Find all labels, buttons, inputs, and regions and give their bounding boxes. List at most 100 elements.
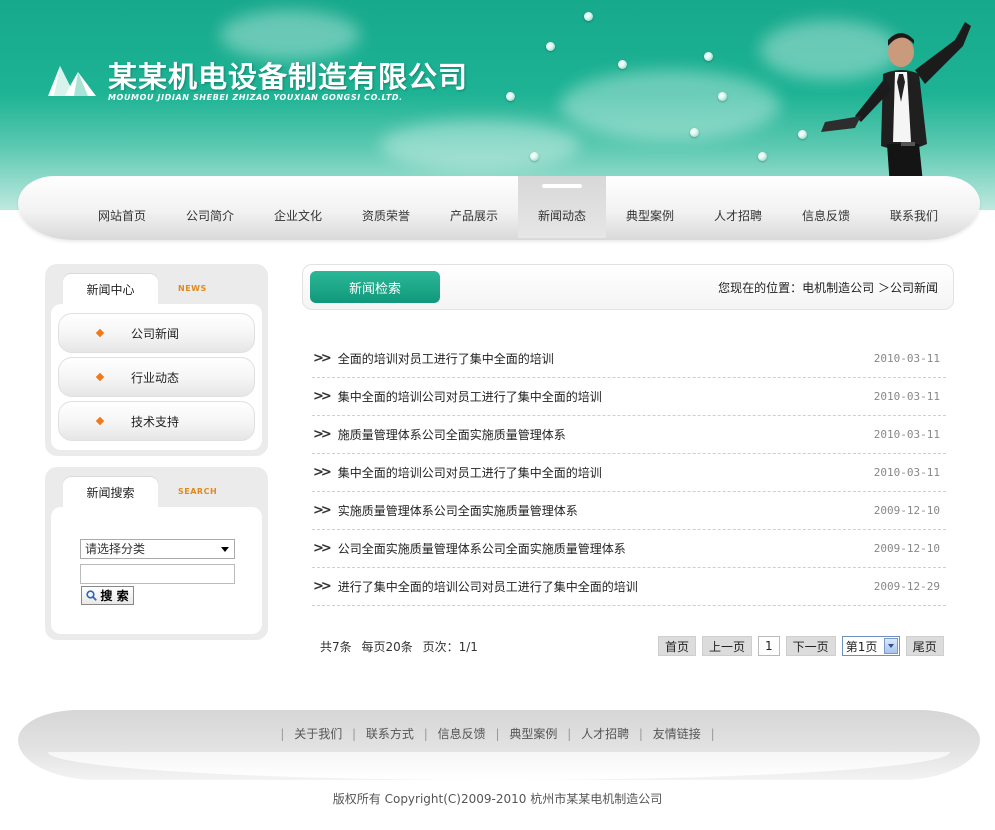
nav-item-cases[interactable]: 典型案例 [606,176,694,238]
cloud-decoration [380,120,580,170]
news-title-link[interactable]: 进行了集中全面的培训公司对员工进行了集中全面的培训 [338,578,638,595]
news-center-tab[interactable]: 新闻中心 [63,274,158,304]
double-chevron-right-icon: >> [313,427,332,442]
category-company-news[interactable]: 公司新闻 [58,313,255,353]
search-icon [86,590,98,601]
list-item[interactable]: >> 集中全面的培训公司对员工进行了集中全面的培训 2010-03-11 [312,378,946,416]
news-title-link[interactable]: 施质量管理体系公司全面实施质量管理体系 [338,426,566,443]
page-select[interactable]: 第1页 [841,636,900,656]
double-chevron-right-icon: >> [313,503,332,518]
footer-separator: | [495,727,500,741]
category-label: 行业动态 [131,370,180,385]
news-title-link[interactable]: 全面的培训对员工进行了集中全面的培训 [338,350,554,367]
footer-link-about[interactable]: 关于我们 [294,727,342,741]
news-title-link[interactable]: 集中全面的培训公司对员工进行了集中全面的培训 [338,464,602,481]
list-item[interactable]: >> 全面的培训对员工进行了集中全面的培训 2010-03-11 [312,340,946,378]
news-search-tab-en: SEARCH [178,487,218,496]
footer-link-feedback[interactable]: 信息反馈 [438,727,486,741]
water-drop-decoration [546,42,555,51]
list-item[interactable]: >> 实施质量管理体系公司全面实施质量管理体系 2009-12-10 [312,492,946,530]
double-chevron-right-icon: >> [313,465,332,480]
footer-link-friends[interactable]: 友情链接 [653,727,701,741]
prev-page-button[interactable]: 上一页 [702,636,753,656]
pagination-info: 共7条 每页20条 页次：1/1 [320,638,484,655]
company-name: 某某机电设备制造有限公司 [108,60,469,94]
news-date: 2009-12-29 [873,580,940,593]
news-center-tab-en: NEWS [178,284,207,293]
per-page-count: 每页20条 [361,640,413,654]
last-page-button[interactable]: 尾页 [905,636,944,656]
news-date: 2010-03-11 [873,466,940,479]
footer-link-jobs[interactable]: 人才招聘 [581,727,629,741]
news-date: 2009-12-10 [873,542,940,555]
company-name-english: MOUMOU JIDIAN SHEBEI ZHIZAO YOUXIAN GONG… [108,93,403,102]
nav-items: 网站首页 公司简介 企业文化 资质荣誉 产品展示 新闻动态 典型案例 人才招聘 … [78,176,958,240]
diamond-bullet-icon [95,372,105,382]
footer-separator: | [567,727,572,741]
footer-link-contact-info[interactable]: 联系方式 [366,727,414,741]
footer-separator: | [352,727,357,741]
news-date: 2010-03-11 [873,390,940,403]
water-drop-decoration [690,128,699,137]
category-industry-news[interactable]: 行业动态 [58,357,255,397]
page-select-value: 第1页 [845,639,878,654]
category-label: 公司新闻 [131,326,180,341]
news-date: 2010-03-11 [873,352,940,365]
double-chevron-right-icon: >> [313,541,332,556]
list-item[interactable]: >> 集中全面的培训公司对员工进行了集中全面的培训 2010-03-11 [312,454,946,492]
diamond-bullet-icon [95,328,105,338]
double-chevron-right-icon: >> [313,579,332,594]
news-title-link[interactable]: 实施质量管理体系公司全面实施质量管理体系 [338,502,578,519]
category-select[interactable]: 请选择分类 [80,539,235,559]
news-search-tab[interactable]: 新闻搜索 [63,477,158,507]
news-list: >> 全面的培训对员工进行了集中全面的培训 2010-03-11 >> 集中全面的培… [312,340,946,606]
news-date: 2009-12-10 [873,504,940,517]
main-navigation: 网站首页 公司简介 企业文化 资质荣誉 产品展示 新闻动态 典型案例 人才招聘 … [18,176,980,240]
news-title-link[interactable]: 集中全面的培训公司对员工进行了集中全面的培训 [338,388,602,405]
nav-item-about[interactable]: 公司简介 [166,176,254,238]
nav-item-home[interactable]: 网站首页 [78,176,166,238]
page-indicator: 页次：1/1 [422,640,478,654]
search-button[interactable]: 搜 索 [81,586,134,605]
diamond-bullet-icon [95,416,105,426]
nav-item-news[interactable]: 新闻动态 [518,176,606,238]
news-title-link[interactable]: 公司全面实施质量管理体系公司全面实施质量管理体系 [338,540,626,557]
nav-item-honors[interactable]: 资质荣誉 [342,176,430,238]
water-drop-decoration [506,92,515,101]
footer-links: | 关于我们 | 联系方式 | 信息反馈 | 典型案例 | 人才招聘 | 友情链… [0,725,995,742]
next-page-button[interactable]: 下一页 [785,636,836,656]
businessman-illustration-icon [821,22,971,202]
search-button-label: 搜 索 [100,589,129,603]
nav-item-contact[interactable]: 联系我们 [870,176,958,238]
nav-item-feedback[interactable]: 信息反馈 [782,176,870,238]
copyright-text: 版权所有 Copyright(C)2009-2010 杭州市某某电机制造公司 [332,792,663,806]
nav-item-jobs[interactable]: 人才招聘 [694,176,782,238]
cloud-decoration [220,10,360,60]
breadcrumb: 您现在的位置：电机制造公司 ＞公司新闻 [718,281,938,295]
nav-item-culture[interactable]: 企业文化 [254,176,342,238]
category-tech-support[interactable]: 技术支持 [58,401,255,441]
water-drop-decoration [618,60,627,69]
footer-band [18,710,980,780]
double-chevron-right-icon: >> [313,351,332,366]
cloud-decoration [560,70,780,140]
total-count: 共7条 [320,640,352,654]
chevron-down-icon [221,547,229,552]
category-select-value: 请选择分类 [85,542,146,556]
footer-separator: | [280,727,285,741]
list-item[interactable]: >> 公司全面实施质量管理体系公司全面实施质量管理体系 2009-12-10 [312,530,946,568]
footer-highlight [48,752,950,780]
footer-link-cases[interactable]: 典型案例 [509,727,557,741]
content-header: 新闻检索 您现在的位置：电机制造公司 ＞公司新闻 [302,264,954,310]
water-drop-decoration [798,130,807,139]
water-drop-decoration [704,52,713,61]
search-input[interactable] [80,564,235,584]
list-item[interactable]: >> 进行了集中全面的培训公司对员工进行了集中全面的培训 2009-12-29 [312,568,946,606]
nav-item-products[interactable]: 产品展示 [430,176,518,238]
list-item[interactable]: >> 施质量管理体系公司全面实施质量管理体系 2010-03-11 [312,416,946,454]
category-label: 技术支持 [131,414,180,429]
current-page-number[interactable]: 1 [758,636,780,656]
first-page-button[interactable]: 首页 [658,636,697,656]
footer-separator: | [710,727,715,741]
footer-separator: | [423,727,428,741]
